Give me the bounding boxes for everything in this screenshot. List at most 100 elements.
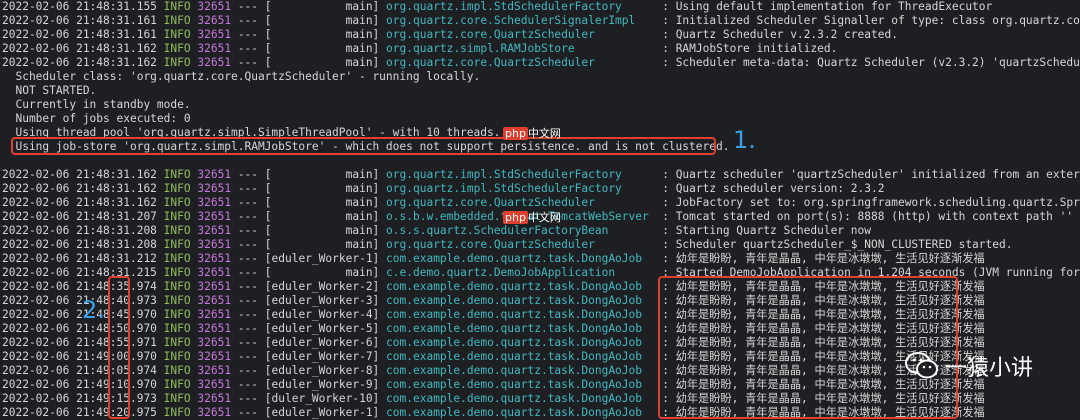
log-pid: 32651 [197,56,232,69]
log-separator: --- [237,336,259,349]
log-thread: [eduler_Worker-2] [264,280,380,293]
log-logger: org.quartz.impl.StdSchedulerFactory [386,0,656,13]
log-logger: org.quartz.core.QuartzScheduler [386,56,656,69]
log-timestamp: 2022-02-06 21:48:35.974 [2,280,157,293]
log-pid: 32651 [197,336,232,349]
log-level: INFO [163,350,191,363]
log-line: 2022-02-06 21:48:31.162 INFO 32651 --- [… [2,196,1080,210]
log-logger: com.example.demo.quartz.task.DongAoJob [386,378,656,391]
log-level: INFO [163,322,191,335]
highlight-box-job-messages [658,276,958,419]
log-thread: [ main] [264,266,380,279]
log-thread: [eduler_Worker-5] [264,322,380,335]
log-text: Scheduler class: 'org.quartz.core.Quartz… [2,70,481,83]
log-pid: 32651 [197,196,232,209]
log-timestamp: 2022-02-06 21:48:45.970 [2,308,157,321]
log-line: 2022-02-06 21:48:31.208 INFO 32651 --- [… [2,224,1080,238]
log-separator: --- [237,252,259,265]
log-text: NOT STARTED. [2,84,97,97]
log-timestamp: 2022-02-06 21:48:31.162 [2,182,157,195]
log-thread: [eduler_Worker-6] [264,336,380,349]
log-message: : Quartz Scheduler v.2.3.2 created. [662,28,898,41]
log-separator: --- [237,196,259,209]
log-pid: 32651 [197,224,232,237]
log-message: : Quartz scheduler version: 2.3.2 [662,182,885,195]
log-logger: com.example.demo.quartz.task.DongAoJob [386,364,656,377]
log-level: INFO [163,336,191,349]
log-continuation-line: Scheduler class: 'org.quartz.core.Quartz… [2,70,1080,84]
log-pid: 32651 [197,322,232,335]
log-logger: c.e.demo.quartz.DemoJobApplication [386,266,656,279]
log-level: INFO [163,14,191,27]
log-pid: 32651 [197,14,232,27]
log-thread: [eduler_Worker-8] [264,364,380,377]
log-thread: [duler_Worker-10] [264,392,380,405]
log-level: INFO [163,210,191,223]
annotation-label-1: 1. [733,126,756,154]
log-separator: --- [237,56,259,69]
log-level: INFO [163,280,191,293]
log-timestamp: 2022-02-06 21:48:31.207 [2,210,157,223]
log-thread: [ main] [264,168,380,181]
log-message: : RAMJobStore initialized. [662,42,838,55]
log-message: : Scheduler meta-data: Quartz Scheduler … [662,56,1080,69]
log-pid: 32651 [197,266,232,279]
log-pid: 32651 [197,0,232,13]
log-timestamp: 2022-02-06 21:48:31.155 [2,0,157,13]
log-logger: com.example.demo.quartz.task.DongAoJob [386,406,656,419]
log-timestamp: 2022-02-06 21:48:31.208 [2,238,157,251]
log-pid: 32651 [197,392,232,405]
annotation-label-2: 2. [82,296,105,324]
log-level: INFO [163,28,191,41]
log-message: : Initialized Scheduler Signaller of typ… [662,14,1080,27]
log-logger: org.quartz.core.QuartzScheduler [386,238,656,251]
log-pid: 32651 [197,350,232,363]
log-line: 2022-02-06 21:48:31.162 INFO 32651 --- [… [2,42,1080,56]
log-separator: --- [237,308,259,321]
log-timestamp: 2022-02-06 21:48:31.162 [2,196,157,209]
log-thread: [eduler_Worker-1] [264,406,380,419]
log-separator: --- [237,280,259,293]
log-logger: com.example.demo.quartz.task.DongAoJob [386,350,656,363]
log-pid: 32651 [197,406,232,419]
log-timestamp: 2022-02-06 21:48:31.161 [2,28,157,41]
log-pid: 32651 [197,210,232,223]
log-separator: --- [237,406,259,419]
log-thread: [eduler_Worker-3] [264,294,380,307]
log-level: INFO [163,266,191,279]
log-logger: org.quartz.impl.StdSchedulerFactory [386,168,656,181]
log-logger: o.s.s.quartz.SchedulerFactoryBean [386,224,656,237]
log-logger: org.quartz.core.QuartzScheduler [386,196,656,209]
log-logger: com.example.demo.quartz.task.DongAoJob [386,294,656,307]
log-level: INFO [163,392,191,405]
log-logger: com.example.demo.quartz.task.DongAoJob [386,280,656,293]
log-line: 2022-02-06 21:48:31.161 INFO 32651 --- [… [2,14,1080,28]
log-message: : Starting Quartz Scheduler now [662,224,872,237]
log-logger: org.quartz.simpl.RAMJobStore [386,42,656,55]
log-level: INFO [163,406,191,419]
log-level: INFO [163,378,191,391]
log-logger: com.example.demo.quartz.task.DongAoJob [386,336,656,349]
log-separator: --- [237,392,259,405]
log-logger: com.example.demo.quartz.task.DongAoJob [386,252,656,265]
highlight-box-jobstore [11,137,716,155]
log-level: INFO [163,56,191,69]
log-timestamp: 2022-02-06 21:48:31.162 [2,56,157,69]
log-separator: --- [237,378,259,391]
log-thread: [eduler_Worker-9] [264,378,380,391]
log-timestamp: 2022-02-06 21:49:15.973 [2,392,157,405]
log-line: 2022-02-06 21:48:31.161 INFO 32651 --- [… [2,28,1080,42]
log-line: 2022-02-06 21:48:31.208 INFO 32651 --- [… [2,238,1080,252]
log-message: : Quartz scheduler 'quartzScheduler' ini… [662,168,1080,181]
log-text: Number of jobs executed: 0 [2,112,191,125]
log-thread: [ main] [264,14,380,27]
log-separator: --- [237,350,259,363]
log-level: INFO [163,294,191,307]
log-pid: 32651 [197,28,232,41]
wechat-brand-watermark: 一猿小讲 [905,350,1033,382]
log-separator: --- [237,28,259,41]
log-line: 2022-02-06 21:48:31.162 INFO 32651 --- [… [2,182,1080,196]
log-separator: --- [237,210,259,223]
log-timestamp: 2022-02-06 21:49:05.974 [2,364,157,377]
log-level: INFO [163,0,191,13]
